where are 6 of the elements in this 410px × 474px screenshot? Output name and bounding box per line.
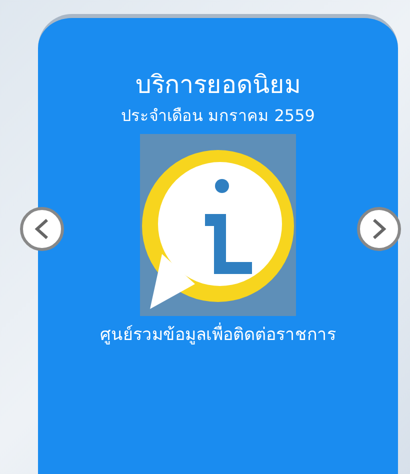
chevron-left-icon — [33, 218, 51, 240]
previous-button[interactable] — [20, 207, 64, 251]
promo-caption: ศูนย์รวมข้อมูลเพื่อติดต่อราชการ — [83, 324, 353, 348]
promo-title: บริการยอดนิยม — [134, 70, 302, 100]
promo-subtitle: ประจำเดือน มกราคม 2559 — [120, 105, 316, 127]
chevron-right-icon — [370, 218, 388, 240]
